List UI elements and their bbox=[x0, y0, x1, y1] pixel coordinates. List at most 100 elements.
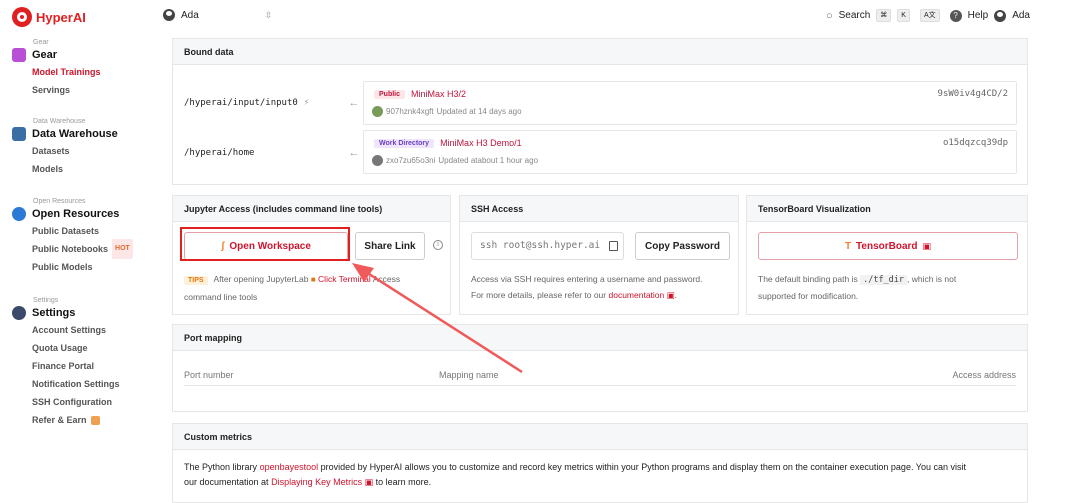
unlink-icon[interactable]: ⚡ bbox=[304, 98, 309, 108]
help-icon[interactable]: ? bbox=[949, 9, 962, 22]
chevron-updown-icon: ⇳ bbox=[264, 9, 273, 20]
sidebar-item-servings[interactable]: Servings bbox=[32, 81, 152, 99]
desc-text: Access via SSH requires entering a usern… bbox=[471, 274, 703, 284]
share-link-button[interactable]: Share Link bbox=[355, 232, 425, 260]
desc-text: to learn more. bbox=[375, 477, 432, 487]
topbar-actions: ○ Search ⌘ K A文 ? Help Ada bbox=[826, 9, 1030, 22]
desc-text: our documentation at bbox=[184, 477, 269, 487]
sidebar-item-finance-portal[interactable]: Finance Portal bbox=[32, 357, 152, 375]
section-caption: Gear bbox=[33, 39, 49, 46]
card-title: Bound data bbox=[173, 39, 1027, 65]
sidebar-item-public-models[interactable]: Public Models bbox=[32, 258, 152, 276]
metrics-description: The Python library openbayestool provide… bbox=[184, 460, 1024, 490]
sidebar-heading-settings[interactable]: Settings bbox=[12, 305, 152, 321]
terminal-link[interactable]: Click Terminal bbox=[318, 274, 371, 284]
card-title: Custom metrics bbox=[173, 424, 1027, 450]
ssh-card: SSH Access ssh root@ssh.hyper.ai Copy Pa… bbox=[459, 195, 739, 315]
sidebar-section-settings: Settings Settings Account Settings Quota… bbox=[12, 296, 152, 429]
section-caption: Data Warehouse bbox=[33, 118, 86, 125]
external-link-icon: ▣ bbox=[364, 477, 374, 487]
sidebar-item-public-notebooks[interactable]: Public Notebooks HOT bbox=[32, 239, 152, 259]
help-link[interactable]: Help bbox=[968, 10, 989, 21]
card-title: TensorBoard Visualization bbox=[747, 196, 1027, 222]
info-icon[interactable]: i bbox=[433, 240, 443, 250]
sidebar-item-ssh-configuration[interactable]: SSH Configuration bbox=[32, 393, 152, 411]
section-caption: Settings bbox=[33, 297, 59, 304]
highlight-box bbox=[180, 227, 350, 261]
search-label[interactable]: Search bbox=[839, 10, 871, 21]
bound-path: /hyperai/input/input0 ⚡ bbox=[184, 98, 344, 108]
desc-text: The default binding path is bbox=[758, 274, 858, 284]
section-title: Data Warehouse bbox=[32, 128, 118, 140]
desc-text: supported for modification. bbox=[758, 291, 859, 301]
user-avatar-icon[interactable] bbox=[994, 9, 1007, 22]
ssh-description: Access via SSH requires entering a usern… bbox=[471, 274, 703, 300]
sidebar-heading-gear[interactable]: Gear bbox=[12, 47, 152, 63]
sidebar-item-quota-usage[interactable]: Quota Usage bbox=[32, 339, 152, 357]
copy-password-button[interactable]: Copy Password bbox=[635, 232, 730, 260]
hot-badge: HOT bbox=[112, 239, 133, 259]
arrow-left-icon: ← bbox=[348, 147, 360, 159]
column-header-port: Port number bbox=[184, 370, 234, 380]
tip-text: After opening JupyterLab bbox=[213, 274, 309, 284]
desc-text: , which is not bbox=[907, 274, 957, 284]
section-caption: Open Resources bbox=[33, 198, 86, 205]
search-icon[interactable]: ○ bbox=[826, 10, 833, 22]
documentation-link[interactable]: documentation bbox=[609, 290, 665, 300]
sidebar-item-public-datasets[interactable]: Public Datasets bbox=[32, 222, 152, 240]
dataset-name-link[interactable]: MiniMax H3/2 bbox=[411, 89, 466, 99]
desc-text: For more details, please refer to our bbox=[471, 290, 607, 300]
copy-icon[interactable] bbox=[609, 241, 618, 251]
dataset-name-link[interactable]: MiniMax H3 Demo/1 bbox=[440, 138, 522, 148]
sidebar-section-gear: Gear Gear Model Trainings Servings bbox=[12, 38, 152, 99]
external-link-icon: ▣ bbox=[666, 290, 675, 300]
port-mapping-card: Port mapping Port number Mapping name Ac… bbox=[172, 324, 1028, 412]
brand-name: HyperAI bbox=[36, 9, 86, 25]
sidebar-item-datasets[interactable]: Datasets bbox=[32, 142, 152, 160]
dataset-hash: o15dqzcq39dp bbox=[942, 138, 1008, 148]
dataset-hash: 9sW0iv4g4CD/2 bbox=[937, 89, 1008, 99]
sidebar-item-notification-settings[interactable]: Notification Settings bbox=[32, 375, 152, 393]
openbayestool-link[interactable]: openbayestool bbox=[260, 462, 319, 472]
owner-name: 907hznk4xgft bbox=[386, 107, 434, 116]
hyperai-logo-icon bbox=[12, 7, 32, 27]
tf-dir-path: ./tf_dir bbox=[860, 275, 908, 285]
user-avatar-icon bbox=[372, 155, 383, 166]
sidebar-heading-warehouse[interactable]: Data Warehouse bbox=[12, 126, 152, 142]
ssh-command-text: ssh root@ssh.hyper.ai bbox=[480, 240, 601, 251]
workspace-switcher[interactable]: Ada ⇳ bbox=[163, 9, 272, 21]
kbd-cmd: ⌘ bbox=[876, 9, 892, 22]
sidebar-item-model-trainings[interactable]: Model Trainings bbox=[32, 63, 152, 81]
key-metrics-link[interactable]: Displaying Key Metrics bbox=[271, 477, 362, 487]
card-title: SSH Access bbox=[460, 196, 738, 222]
sidebar-heading-resources[interactable]: Open Resources bbox=[12, 206, 152, 222]
kbd-k: K bbox=[897, 9, 910, 22]
sidebar-item-models[interactable]: Models bbox=[32, 160, 152, 178]
public-tag: Public bbox=[374, 89, 406, 99]
bound-path: /hyperai/home bbox=[184, 148, 344, 158]
section-title: Settings bbox=[32, 307, 76, 319]
account-user-name[interactable]: Ada bbox=[1012, 10, 1030, 21]
tips-badge: TIPS bbox=[184, 276, 208, 285]
updated-time: Updated at 14 days ago bbox=[436, 107, 522, 116]
external-link-icon: ▣ bbox=[922, 240, 932, 251]
bound-workdir-box[interactable]: Work Directory MiniMax H3 Demo/1 o15dqzc… bbox=[363, 130, 1017, 174]
bound-row: /hyperai/input/input0 ⚡ ← bbox=[184, 97, 364, 109]
sidebar-item-account-settings[interactable]: Account Settings bbox=[32, 321, 152, 339]
brand-logo[interactable]: HyperAI bbox=[12, 7, 86, 27]
column-header-access: Access address bbox=[952, 370, 1016, 380]
bound-path-text: /hyperai/input/input0 bbox=[184, 98, 298, 108]
database-icon bbox=[12, 127, 26, 141]
gear-icon bbox=[12, 48, 26, 62]
tensorboard-card: TensorBoard Visualization T TensorBoard … bbox=[746, 195, 1028, 315]
desc-text: The Python library bbox=[184, 462, 258, 472]
sidebar-item-refer-earn[interactable]: Refer & Earn bbox=[32, 411, 152, 429]
sidebar-section-resources: Open Resources Open Resources Public Dat… bbox=[12, 197, 152, 276]
translate-icon[interactable]: A文 bbox=[919, 9, 940, 22]
gift-icon bbox=[90, 415, 100, 425]
sidebar-item-label: Public Notebooks bbox=[32, 244, 109, 254]
bound-dataset-box[interactable]: Public MiniMax H3/2 9sW0iv4g4CD/2 907hzn… bbox=[363, 81, 1017, 125]
ssh-command-field[interactable]: ssh root@ssh.hyper.ai bbox=[471, 232, 624, 260]
column-header-mapping: Mapping name bbox=[439, 370, 499, 380]
tensorboard-button[interactable]: T TensorBoard ▣ bbox=[758, 232, 1018, 260]
